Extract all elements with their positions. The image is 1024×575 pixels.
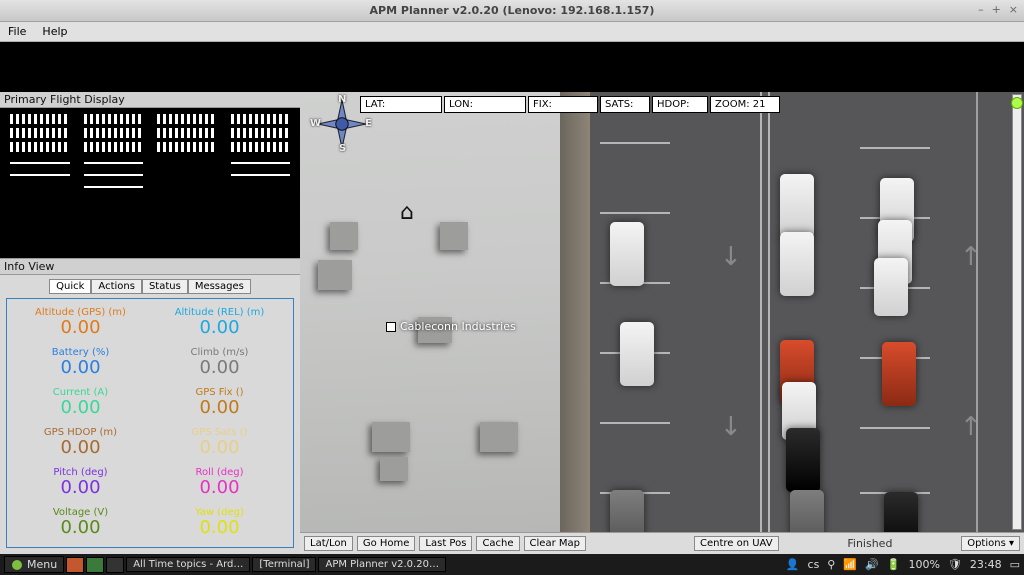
telemetry-cell: GPS HDOP (m)0.00 [11, 427, 150, 463]
telemetry-cell: Current (A)0.00 [11, 387, 150, 423]
map-zoom-slider[interactable] [1012, 94, 1022, 530]
map-status: Finished [783, 537, 958, 550]
taskbar-task[interactable]: All Time topics - Ard… [126, 557, 250, 572]
compass-w: W [310, 118, 321, 129]
tray-desktop-icon[interactable]: ▭ [1010, 558, 1020, 571]
tray-clock[interactable]: 23:48 [970, 558, 1002, 571]
tray-shield-icon[interactable]: 🛡 [948, 558, 962, 571]
system-tray: 👤 cs ⚲ 📶 🔊 🔋 100% 🛡 23:48 ▭ [786, 558, 1020, 571]
map-parking-lot: ↓ ↓ ↑ ↑ [590, 92, 1024, 532]
readout-zoom: ZOOM: 21 [710, 96, 780, 113]
taskbar-task[interactable]: [Terminal] [252, 557, 316, 572]
map-place-label: Cableconn Industries [386, 320, 516, 333]
tab-actions[interactable]: Actions [91, 279, 142, 294]
window-minimize-button[interactable]: – [978, 3, 984, 16]
menu-help[interactable]: Help [34, 22, 75, 41]
window-close-button[interactable]: × [1009, 3, 1018, 16]
tab-quick[interactable]: Quick [49, 279, 91, 294]
clearmap-button[interactable]: Clear Map [524, 536, 586, 551]
infoview-title: Info View [0, 258, 300, 275]
readout-lat: LAT: [360, 96, 442, 113]
map-canvas[interactable]: ↓ ↓ ↑ ↑ ⌂ Cableconn Industries [300, 92, 1024, 532]
telemetry-cell: Altitude (REL) (m)0.00 [150, 307, 289, 343]
telemetry-value: 0.00 [60, 398, 100, 418]
telemetry-cell: GPS Sats ()0.00 [150, 427, 289, 463]
start-menu-label: Menu [27, 558, 57, 571]
window-title: APM Planner v2.0.20 (Lenovo: 192.168.1.1… [370, 4, 655, 17]
map-roof-area [300, 92, 560, 532]
telemetry-value: 0.00 [199, 398, 239, 418]
telemetry-cell: GPS Fix ()0.00 [150, 387, 289, 423]
readout-hdop: HDOP: [652, 96, 708, 113]
telemetry-value: 0.00 [199, 318, 239, 338]
map-toolbar: Lat/Lon Go Home Last Pos Cache Clear Map… [300, 532, 1024, 554]
zoom-slider-knob[interactable] [1011, 97, 1023, 109]
readout-lon: LON: [444, 96, 526, 113]
window-maximize-button[interactable]: + [992, 3, 1001, 16]
compass-e: E [365, 118, 372, 129]
start-menu-button[interactable]: Menu [4, 556, 64, 573]
telemetry-cell: Pitch (deg)0.00 [11, 467, 150, 503]
telemetry-grid: Altitude (GPS) (m)0.00Altitude (REL) (m)… [6, 298, 294, 548]
gohome-button[interactable]: Go Home [357, 536, 416, 551]
mint-logo-icon [11, 559, 23, 571]
telemetry-value: 0.00 [199, 438, 239, 458]
map-panel[interactable]: ↓ ↓ ↑ ↑ ⌂ Cableconn Industries N S E W [300, 92, 1024, 554]
tray-volume-icon[interactable]: 🔊 [865, 558, 879, 571]
telemetry-value: 0.00 [60, 478, 100, 498]
latlon-button[interactable]: Lat/Lon [304, 536, 353, 551]
tray-user-icon[interactable]: 👤 [786, 558, 800, 571]
tray-battery-icon[interactable]: 🔋 [887, 558, 901, 571]
tab-messages[interactable]: Messages [188, 279, 251, 294]
map-options-button[interactable]: Options ▾ [961, 536, 1020, 551]
telemetry-cell: Altitude (GPS) (m)0.00 [11, 307, 150, 343]
taskbar-task[interactable]: APM Planner v2.0.20… [318, 557, 445, 572]
compass-s: S [339, 143, 346, 154]
desktop-taskbar: Menu All Time topics - Ard… [Terminal] A… [0, 554, 1024, 575]
telemetry-value: 0.00 [199, 478, 239, 498]
centre-uav-button[interactable]: Centre on UAV [694, 536, 779, 551]
window-titlebar: APM Planner v2.0.20 (Lenovo: 192.168.1.1… [0, 0, 1024, 22]
tray-user-label: cs [808, 558, 820, 571]
telemetry-value: 0.00 [60, 318, 100, 338]
readout-sats: SATS: [600, 96, 650, 113]
telemetry-cell: Battery (%)0.00 [11, 347, 150, 383]
tray-bluetooth-icon[interactable]: ⚲ [827, 558, 835, 571]
launcher-files-icon[interactable] [86, 557, 104, 573]
telemetry-cell: Climb (m/s)0.00 [150, 347, 289, 383]
telemetry-value: 0.00 [60, 438, 100, 458]
map-street [560, 92, 590, 532]
compass-n: N [338, 94, 346, 105]
telemetry-value: 0.00 [60, 358, 100, 378]
tab-status[interactable]: Status [142, 279, 188, 294]
launcher-firefox-icon[interactable] [66, 557, 84, 573]
menubar: File Help [0, 22, 1024, 42]
place-name: Cableconn Industries [400, 320, 516, 333]
lastpos-button[interactable]: Last Pos [419, 536, 472, 551]
launcher-terminal-icon[interactable] [106, 557, 124, 573]
tray-battery-label: 100% [908, 558, 939, 571]
pfd-title: Primary Flight Display [0, 92, 300, 108]
primary-flight-display [0, 108, 300, 258]
infoview-tabs: Quick Actions Status Messages [0, 275, 300, 298]
toolbar-band [0, 42, 1024, 92]
menu-file[interactable]: File [0, 22, 34, 41]
map-readouts: LAT: LON: FIX: SATS: HDOP: ZOOM: 21 [360, 96, 780, 113]
tray-network-icon[interactable]: 📶 [843, 558, 857, 571]
telemetry-value: 0.00 [199, 358, 239, 378]
place-marker-icon [386, 322, 396, 332]
telemetry-cell: Yaw (deg)0.00 [150, 507, 289, 543]
telemetry-value: 0.00 [199, 518, 239, 538]
readout-fix: FIX: [528, 96, 598, 113]
home-icon: ⌂ [400, 200, 414, 225]
telemetry-cell: Voltage (V)0.00 [11, 507, 150, 543]
telemetry-value: 0.00 [60, 518, 100, 538]
cache-button[interactable]: Cache [476, 536, 519, 551]
telemetry-cell: Roll (deg)0.00 [150, 467, 289, 503]
